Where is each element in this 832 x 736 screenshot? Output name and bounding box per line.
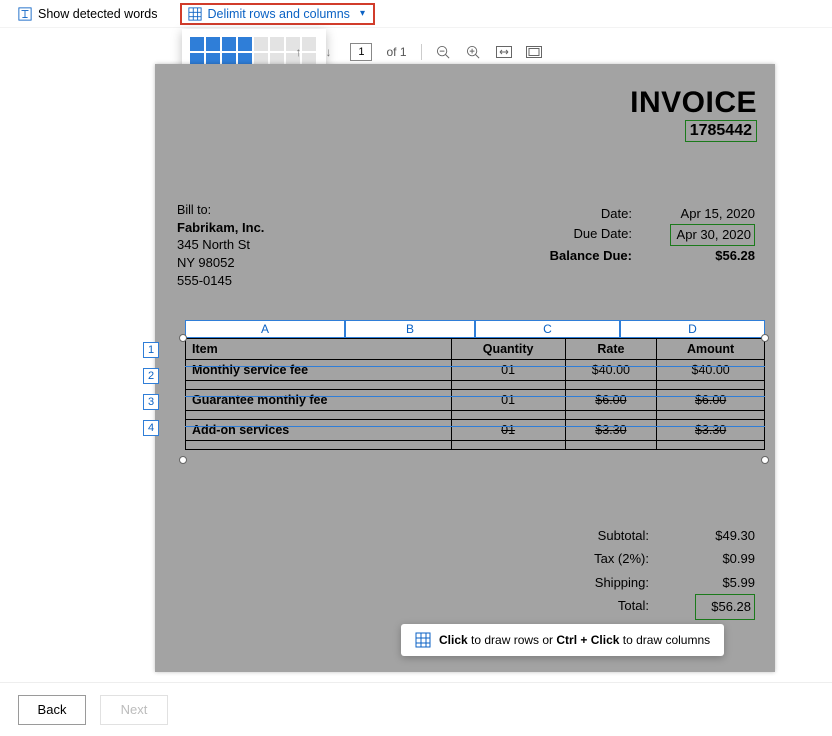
- table-row: Guarantee monthly fee 01 $6.00 $6.00: [186, 390, 765, 411]
- col-header[interactable]: B: [345, 320, 475, 338]
- date-label: Date:: [546, 204, 632, 224]
- shipping-value: $5.99: [695, 571, 755, 594]
- table-row: Add-on services 01 $3.30 $3.30: [186, 420, 765, 441]
- table-selection[interactable]: A B C D 1 2 3 4 Item Quantity Rate Amoun…: [165, 320, 765, 450]
- shipping-label: Shipping:: [575, 571, 649, 594]
- page-number-input[interactable]: [350, 43, 372, 61]
- invoice-title: INVOICE: [630, 86, 757, 120]
- total-label: Total:: [575, 594, 649, 619]
- resize-handle-sw[interactable]: [179, 456, 187, 464]
- fit-page-icon[interactable]: [526, 44, 542, 60]
- th-amount: Amount: [657, 339, 765, 360]
- prev-page-icon[interactable]: ↑: [290, 44, 306, 60]
- delimit-rows-columns[interactable]: Delimit rows and columns ▾: [180, 3, 375, 25]
- show-detected-words[interactable]: Show detected words: [18, 7, 158, 21]
- show-detected-words-label: Show detected words: [38, 7, 158, 21]
- resize-handle-se[interactable]: [761, 456, 769, 464]
- due-date-label: Due Date:: [546, 224, 632, 246]
- draw-hint: Click to draw rows or Ctrl + Click to dr…: [401, 624, 724, 656]
- row-header[interactable]: 1: [143, 342, 159, 358]
- bill-to-line: 345 North St: [177, 236, 264, 254]
- zoom-out-icon[interactable]: [436, 44, 452, 60]
- col-header[interactable]: A: [185, 320, 345, 338]
- bill-to-line: 555-0145: [177, 272, 264, 290]
- table-row: [186, 381, 765, 390]
- row-header[interactable]: 3: [143, 394, 159, 410]
- balance-due-label: Balance Due:: [546, 246, 632, 266]
- row-delimiter[interactable]: [185, 366, 765, 367]
- row-delimiter[interactable]: [185, 426, 765, 427]
- fit-width-icon[interactable]: [496, 44, 512, 60]
- date-value: Apr 15, 2020: [670, 204, 755, 224]
- invoice-items-table: Item Quantity Rate Amount Monthly servic…: [185, 338, 765, 450]
- chevron-down-icon: ▾: [360, 8, 365, 19]
- th-rate: Rate: [565, 339, 657, 360]
- col-header[interactable]: C: [475, 320, 620, 338]
- separator: [421, 44, 422, 60]
- row-header[interactable]: 2: [143, 368, 159, 384]
- delimit-label: Delimit rows and columns: [208, 7, 350, 21]
- bill-to-line: NY 98052: [177, 254, 264, 272]
- tax-value: $0.99: [695, 547, 755, 570]
- resize-handle-nw[interactable]: [179, 334, 187, 342]
- due-date-value: Apr 30, 2020: [670, 224, 755, 246]
- table-row: [186, 441, 765, 450]
- bill-to-line: Fabrikam, Inc.: [177, 219, 264, 237]
- table-grid-icon: [188, 7, 202, 21]
- next-button: Next: [100, 695, 168, 725]
- document-page[interactable]: INVOICE 1785442 Bill to: Fabrikam, Inc. …: [155, 64, 775, 672]
- row-delimiter[interactable]: [185, 396, 765, 397]
- bill-to-label: Bill to:: [177, 202, 264, 219]
- table-row: Monthly service fee 01 $40.00 $40.00: [186, 360, 765, 381]
- page-total-label: of 1: [386, 45, 406, 59]
- table-row: [186, 411, 765, 420]
- row-header[interactable]: 4: [143, 420, 159, 436]
- next-page-icon[interactable]: ↓: [320, 44, 336, 60]
- resize-handle-ne[interactable]: [761, 334, 769, 342]
- invoice-number: 1785442: [685, 120, 757, 142]
- th-quantity: Quantity: [451, 339, 565, 360]
- subtotal-label: Subtotal:: [575, 524, 649, 547]
- table-draw-icon: [415, 632, 431, 648]
- balance-due-value: $56.28: [670, 246, 755, 266]
- total-value: $56.28: [695, 594, 755, 619]
- tax-label: Tax (2%):: [575, 547, 649, 570]
- col-header[interactable]: D: [620, 320, 765, 338]
- subtotal-value: $49.30: [695, 524, 755, 547]
- th-item: Item: [186, 339, 452, 360]
- text-bounding-icon: [18, 7, 32, 21]
- zoom-in-icon[interactable]: [466, 44, 482, 60]
- back-button[interactable]: Back: [18, 695, 86, 725]
